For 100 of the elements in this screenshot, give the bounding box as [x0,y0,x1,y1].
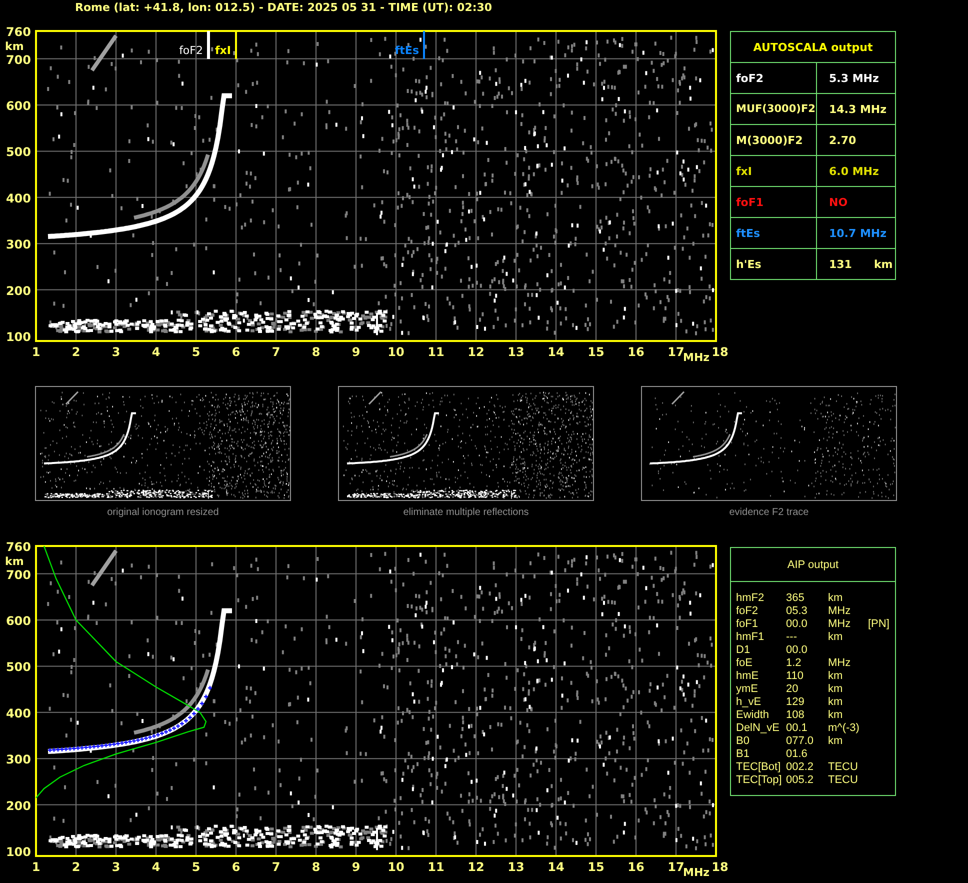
axis-tick-label: 100 [6,330,31,344]
axis-tick-label: 15 [588,860,604,874]
panel-title: AIP output [731,548,895,582]
parameter-name: hmE [736,670,760,683]
axis-tick-label: 14 [548,345,564,359]
header-title: Rome (lat: +41.8, lon: 012.5) - DATE: 2025 05 31 - TIME (UT): 02:30 [74,0,494,14]
axis-tick-label: 18 [712,860,728,874]
parameter-value: 20 [786,683,800,696]
axis-tick-label: 4 [152,345,160,359]
axis-tick-label: 2 [72,345,80,359]
table-title: AUTOSCALA output [731,32,895,63]
parameter-value: 365 [786,592,806,605]
axis-tick-label: 10 [388,860,404,874]
parameter-value: 131 [829,258,852,270]
parameter-value: 2.70 [829,134,856,146]
axis-tick-label: 400 [6,191,31,206]
parameter-unit: km [874,258,893,270]
axis-tick-label: 200 [6,284,31,298]
axis-tick-label: 600 [6,99,31,113]
marker-label: foF2 [179,44,203,57]
thumbnail-caption: original ionogram resized [107,507,219,518]
parameter-note: [PN] [868,618,890,631]
axis-tick-label: 17 [668,860,684,874]
parameter-name: foF2 [736,605,760,618]
parameter-unit: km [828,696,844,709]
marker-label: ftEs [394,44,419,57]
axis-tick-label: 11 [428,345,444,359]
parameter-value: 00.0 [786,644,808,657]
parameter-name: hmF2 [736,592,766,605]
parameter-name: ymE [736,683,759,696]
parameter-value: 14.3 MHz [829,102,887,116]
axis-tick-label: 1 [32,345,40,359]
axis-tick-label: 300 [6,238,31,252]
axis-tick-label: 9 [352,860,360,874]
parameter-value: 129 [786,696,806,709]
marker-label: fxI [215,44,231,57]
parameter-name: TEC[Top] [736,774,783,787]
parameter-value: 1.2 [786,657,802,670]
axis-unit-label: km [5,40,24,53]
parameter-label: fxI [736,164,752,178]
axis-tick-label: 13 [508,345,524,359]
parameter-unit: MHz [828,657,852,670]
parameter-unit: m^(-3) [828,722,860,735]
parameter-label: M(3000)F2 [736,134,803,146]
axis-tick-label: 760 [6,540,31,554]
parameter-unit: MHz [828,618,852,631]
parameter-value: 10.7 MHz [829,226,887,240]
axis-unit-label: km [5,555,24,568]
parameter-unit: km [828,592,844,605]
axis-tick-label: 700 [6,52,31,67]
axis-tick-label: 2 [72,860,80,874]
axis-tick-label: 17 [668,345,684,359]
axis-tick-label: 8 [312,860,320,874]
axis-tick-label: 16 [628,345,644,359]
parameter-name: hmF1 [736,631,766,644]
axis-tick-label: 6 [232,345,240,359]
parameter-name: D1 [736,644,752,657]
parameter-name: DelN_vE [736,722,780,735]
parameter-value: 05.3 [786,605,808,618]
axis-tick-label: 13 [508,860,524,874]
axis-tick-label: 760 [6,25,31,39]
parameter-label: MUF(3000)F2 [736,103,816,115]
parameter-name: Ewidth [736,709,770,722]
thumbnail-caption: eliminate multiple reflections [403,507,529,518]
axis-tick-label: 16 [628,860,644,874]
parameter-name: h_vE [736,696,762,709]
parameter-value: --- [786,631,798,644]
axis-unit-label: MHz [683,866,710,879]
axis-tick-label: 12 [468,860,484,874]
parameter-value: NO [829,196,848,208]
axis-tick-label: 8 [312,345,320,359]
parameter-value: 5.3 MHz [829,72,879,84]
parameter-name: foF1 [736,618,760,631]
parameter-unit: km [828,683,844,696]
axis-tick-label: 18 [712,345,728,359]
axis-tick-label: 15 [588,345,604,359]
axis-tick-label: 300 [6,752,31,767]
parameter-value: 005.2 [786,774,815,787]
parameter-value: 110 [786,670,805,683]
parameter-value: 00.1 [786,722,808,735]
axis-tick-label: 3 [112,345,120,359]
parameter-name: B1 [736,748,750,761]
axis-tick-label: 100 [6,845,31,859]
axis-tick-label: 200 [6,798,31,813]
parameter-unit: MHz [828,605,852,618]
parameter-unit: TECU [828,774,859,787]
parameter-value: 077.0 [786,735,815,748]
axis-tick-label: 6 [232,860,240,874]
parameter-unit: km [828,709,844,722]
parameter-value: 01.6 [786,748,808,761]
axis-tick-label: 5 [192,345,200,359]
parameter-label: h'Es [736,258,762,270]
axis-tick-label: 7 [272,860,280,874]
parameter-name: TEC[Bot] [736,761,782,774]
parameter-unit: km [828,631,844,644]
axis-tick-label: 500 [6,660,31,674]
thumbnail-caption: evidence F2 trace [729,507,809,518]
axis-tick-label: 700 [6,568,31,582]
axis-tick-label: 7 [272,345,280,359]
parameter-label: foF1 [736,196,764,208]
